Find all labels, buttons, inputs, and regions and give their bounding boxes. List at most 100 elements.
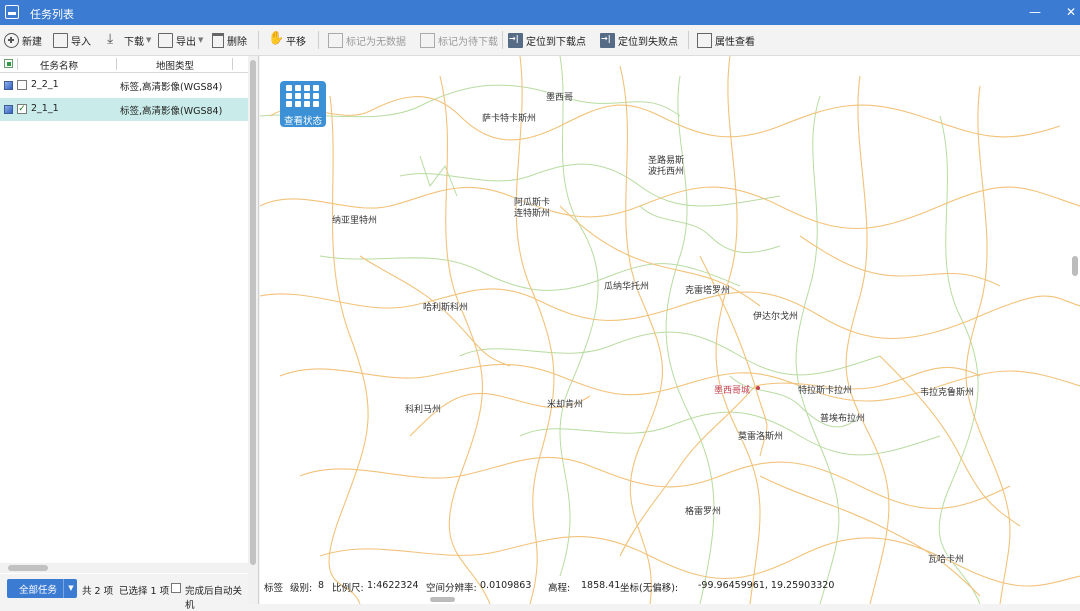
task-list-horizontal-scrollbar[interactable]: [0, 563, 248, 573]
task-list-header: 任务名称 地图类型: [0, 56, 248, 73]
view-status-label: 查看状态: [283, 116, 322, 127]
row-checkbox[interactable]: [17, 80, 27, 90]
download-icon: [106, 31, 121, 48]
window-title: 任务列表: [30, 8, 74, 21]
map-horizontal-scrollbar[interactable]: [260, 594, 1080, 604]
status-scale-value: 1:4622324: [367, 580, 419, 591]
locate-icon: [508, 32, 523, 48]
column-divider: [17, 58, 18, 70]
select-all-checkbox[interactable]: [4, 59, 13, 68]
grid-icon-cell: [295, 93, 301, 99]
column-header-name[interactable]: 任务名称: [40, 58, 78, 72]
export-button[interactable]: 导出 ▼: [158, 31, 203, 49]
delete-label: 删除: [227, 36, 247, 48]
chevron-down-icon: ▼: [198, 36, 204, 44]
scroll-thumb[interactable]: [430, 597, 455, 602]
layer-stack-icon: [4, 81, 13, 90]
import-icon: [53, 32, 68, 48]
task-map-type: 标签,高清影像(WGS84): [120, 106, 223, 117]
map-label-aguascalientes: 阿瓜斯卡 连特斯州: [514, 198, 551, 219]
status-coord-value: -99.96459961, 19.25903320: [698, 580, 835, 591]
task-map-type: 标签,高清影像(WGS84): [120, 82, 223, 93]
column-divider: [116, 58, 117, 70]
mark-icon: [420, 32, 435, 48]
map-label-oaxaca: 瓦哈卡州: [928, 555, 965, 565]
pan-label: 平移: [286, 36, 306, 48]
export-icon: [158, 32, 173, 48]
app-icon: [5, 5, 19, 19]
row-checkbox[interactable]: ✓: [17, 104, 27, 114]
download-label: 下载: [124, 36, 144, 48]
properties-label: 属性查看: [715, 36, 755, 48]
pan-button[interactable]: 平移: [268, 31, 306, 49]
map-label-hidalgo: 伊达尔戈州: [753, 312, 799, 322]
new-button[interactable]: 新建: [4, 31, 42, 49]
map-label-puebla: 普埃布拉州: [820, 414, 866, 424]
mark-pending-button[interactable]: 标记为待下载: [420, 31, 498, 49]
status-scale-label: 比例尺:: [332, 583, 364, 594]
locate-icon: [600, 32, 615, 48]
grid-icon-cell: [313, 93, 319, 99]
grid-icon-cell: [304, 101, 310, 107]
status-elevation-value: 1858.41: [581, 580, 621, 591]
task-name: 2_1_1: [31, 103, 59, 114]
all-tasks-dropdown[interactable]: 全部任务 ▼: [7, 579, 77, 598]
capital-marker-icon: [756, 386, 760, 390]
properties-icon: [697, 32, 712, 48]
mark-no-data-button[interactable]: 标记为无数据: [328, 31, 406, 49]
hand-icon: [268, 31, 284, 48]
download-button[interactable]: 下载 ▼: [106, 31, 151, 49]
grid-icon-cell: [286, 93, 292, 99]
mark-icon: [328, 32, 343, 48]
task-list-vertical-scrollbar[interactable]: [248, 56, 258, 604]
toolbar: 新建 导入 下载 ▼ 导出 ▼ 删除 平移 标记为无数据 标记为待下载 定位到下…: [0, 25, 1080, 56]
close-button[interactable]: ✕: [1062, 4, 1080, 20]
table-row[interactable]: ✓ 2_1_1 标签,高清影像(WGS84): [0, 98, 248, 121]
toolbar-divider: [258, 31, 259, 49]
status-level-label: 级别:: [290, 583, 313, 594]
map-label-tlaxcala: 特拉斯卡拉州: [798, 386, 853, 396]
map-label-morelos: 莫雷洛斯州: [738, 432, 784, 442]
status-resolution-label: 空间分辨率:: [426, 583, 477, 594]
column-header-type[interactable]: 地图类型: [156, 58, 194, 72]
grid-icon-cell: [286, 101, 292, 107]
all-tasks-label: 全部任务: [19, 585, 58, 596]
chevron-down-icon[interactable]: ▼: [63, 579, 78, 598]
mark-pending-label: 标记为待下载: [438, 36, 498, 48]
map-status-bar: 标签 级别: 8 比例尺: 1:4622324 空间分辨率: 0.0109863…: [260, 578, 1080, 594]
map-label-colima: 科利马州: [405, 405, 442, 415]
export-label: 导出: [176, 36, 196, 48]
map-vertical-scrollbar[interactable]: [1070, 56, 1080, 594]
scroll-thumb[interactable]: [8, 565, 48, 571]
map-label-michoacan: 米却肯州: [547, 400, 584, 410]
new-label: 新建: [22, 36, 42, 48]
properties-button[interactable]: 属性查看: [697, 31, 755, 49]
table-row[interactable]: 2_2_1 标签,高清影像(WGS84): [0, 74, 248, 97]
scroll-thumb[interactable]: [250, 60, 256, 565]
locate-failed-button[interactable]: 定位到失败点: [600, 31, 678, 49]
toolbar-divider: [688, 31, 689, 49]
map-label-guanajuato: 瓜纳华托州: [604, 282, 650, 292]
minimize-button[interactable]: —: [1026, 4, 1044, 20]
view-status-button[interactable]: 查看状态: [280, 81, 326, 127]
status-level-value: 8: [318, 580, 325, 591]
mark-no-data-label: 标记为无数据: [346, 36, 406, 48]
grid-icon-cell: [304, 85, 310, 91]
delete-button[interactable]: 删除: [210, 31, 247, 49]
grid-icon-cell: [304, 93, 310, 99]
task-name: 2_2_1: [31, 79, 59, 90]
locate-failed-label: 定位到失败点: [618, 36, 678, 48]
task-list-footer: 全部任务 ▼ 共 2 项 已选择 1 项 完成后自动关机: [0, 574, 248, 611]
status-resolution-value: 0.0109863: [480, 580, 532, 591]
locate-downloaded-button[interactable]: 定位到下载点: [508, 31, 586, 49]
map-label-veracruz: 韦拉克鲁斯州: [920, 388, 975, 398]
title-bar: 任务列表 — ✕: [0, 0, 1080, 25]
map-label-queretaro: 克雷塔罗州: [685, 286, 731, 296]
total-count: 共 2 项: [82, 586, 114, 597]
auto-shutdown-checkbox[interactable]: [171, 583, 181, 593]
import-button[interactable]: 导入: [53, 31, 91, 49]
scroll-thumb[interactable]: [1072, 256, 1078, 276]
map-view[interactable]: 墨西哥 萨卡特卡斯州 圣路易斯 波托西州 阿瓜斯卡 连特斯州 纳亚里特州 瓜纳华…: [260, 56, 1080, 604]
grid-icon-cell: [313, 85, 319, 91]
selected-count: 已选择 1 项: [119, 586, 170, 597]
